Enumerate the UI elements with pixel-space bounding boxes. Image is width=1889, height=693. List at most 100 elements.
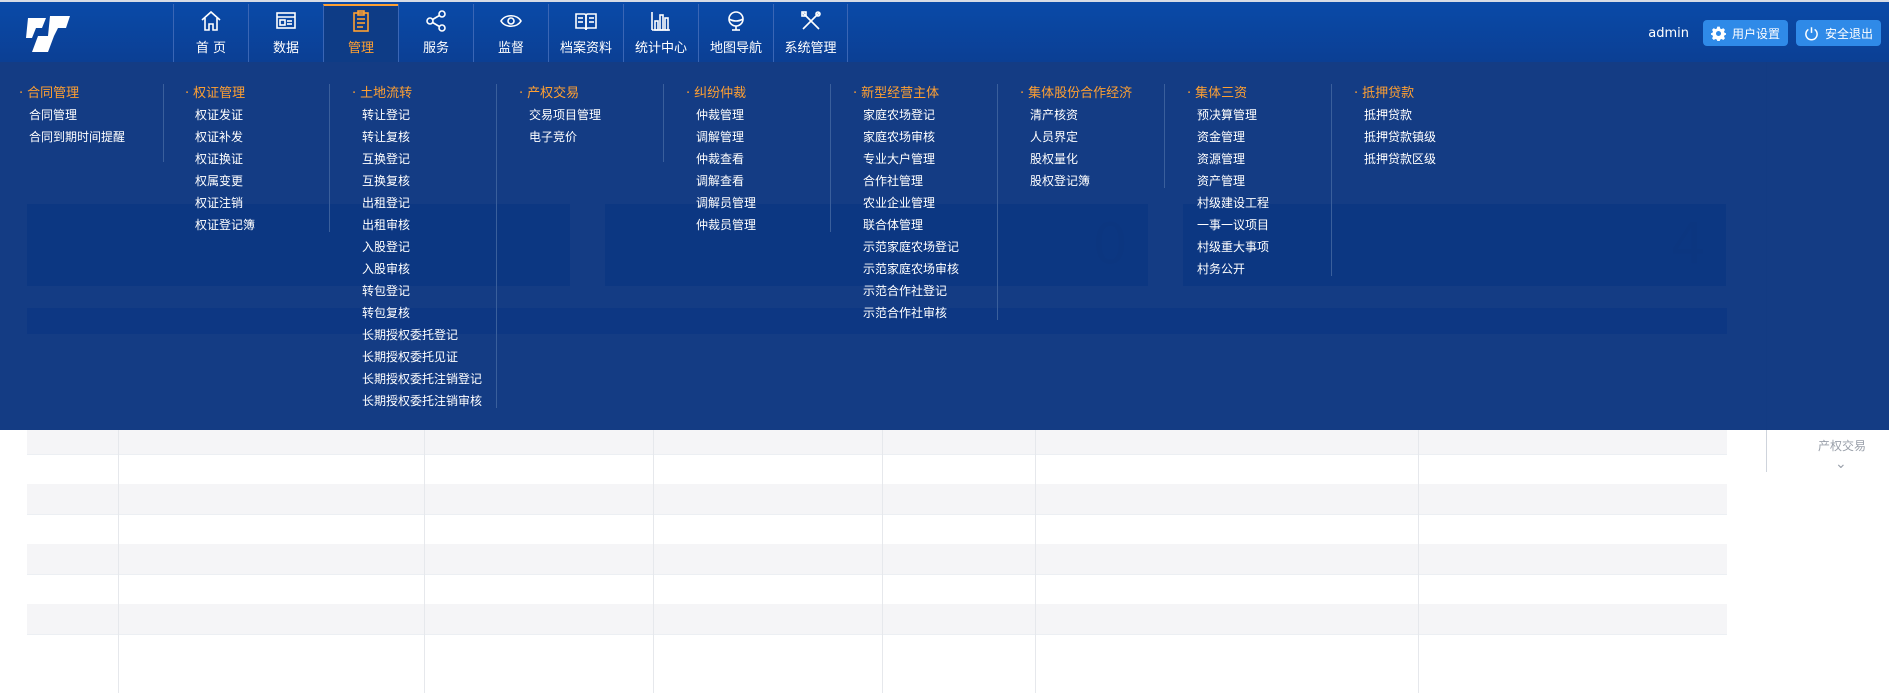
menu-item[interactable]: 长期授权委托登记 (352, 324, 496, 346)
nav-item-map[interactable]: 地图导航 (698, 4, 773, 62)
menu-item[interactable]: 家庭农场登记 (853, 104, 997, 126)
table-row[interactable] (27, 514, 1727, 545)
menu-item[interactable]: 合同管理 (19, 104, 163, 126)
menu-item[interactable]: 抵押贷款镇级 (1354, 126, 1499, 148)
menu-column-collective-shares: 集体股份合作经济 清产核资 人员界定 股权量化 股权登记簿 (1010, 84, 1165, 188)
chevron-down-icon[interactable]: ⌄ (1835, 456, 1847, 472)
menu-item[interactable]: 清产核资 (1020, 104, 1164, 126)
nav-item-manage[interactable]: 管理 (323, 4, 398, 62)
menu-item[interactable]: 联合体管理 (853, 214, 997, 236)
menu-item[interactable]: 调解查看 (686, 170, 830, 192)
menu-item[interactable]: 入股审核 (352, 258, 496, 280)
share-icon (426, 10, 446, 32)
right-panel-label[interactable]: 产权交易 (1818, 437, 1866, 454)
menu-column-title[interactable]: 权证管理 (185, 84, 329, 104)
nav-item-data[interactable]: 数据 (248, 4, 323, 62)
menu-item[interactable]: 仲裁员管理 (686, 214, 830, 236)
menu-item[interactable]: 合同到期时间提醒 (19, 126, 163, 148)
main-nav: 首 页 数据 管理 服务 监督 档案资料 统计中心 地图导航 系统管理 (173, 4, 848, 62)
menu-item[interactable]: 人员界定 (1020, 126, 1164, 148)
menu-item[interactable]: 示范合作社审核 (853, 302, 997, 324)
menu-column-title[interactable]: 产权交易 (519, 84, 663, 104)
nav-item-home[interactable]: 首 页 (173, 4, 248, 62)
menu-column-title[interactable]: 抵押贷款 (1354, 84, 1499, 104)
menu-item[interactable]: 示范家庭农场审核 (853, 258, 997, 280)
menu-column-new-operators: 新型经营主体 家庭农场登记 家庭农场审核 专业大户管理 合作社管理 农业企业管理… (843, 84, 998, 320)
menu-item[interactable]: 电子竞价 (519, 126, 663, 148)
nav-item-system[interactable]: 系统管理 (773, 4, 848, 62)
menu-item[interactable]: 交易项目管理 (519, 104, 663, 126)
table-row[interactable] (27, 484, 1727, 515)
menu-column-title[interactable]: 集体股份合作经济 (1020, 84, 1164, 104)
menu-item[interactable]: 权证发证 (185, 104, 329, 126)
user-area: admin 用户设置 安全退出 (1648, 20, 1889, 46)
menu-item[interactable]: 权证换证 (185, 148, 329, 170)
menu-item[interactable]: 家庭农场审核 (853, 126, 997, 148)
menu-item[interactable]: 股权量化 (1020, 148, 1164, 170)
globe-icon (728, 11, 744, 31)
menu-item[interactable]: 长期授权委托注销登记 (352, 368, 496, 390)
menu-item[interactable]: 仲裁查看 (686, 148, 830, 170)
menu-item[interactable]: 专业大户管理 (853, 148, 997, 170)
menu-item[interactable]: 村级重大事项 (1187, 236, 1331, 258)
menu-item[interactable]: 互换复核 (352, 170, 496, 192)
menu-item[interactable]: 调解员管理 (686, 192, 830, 214)
menu-item[interactable]: 合作社管理 (853, 170, 997, 192)
nav-item-statistics[interactable]: 统计中心 (623, 4, 698, 62)
menu-item[interactable]: 互换登记 (352, 148, 496, 170)
username: admin (1648, 25, 1689, 41)
nav-label: 服务 (422, 41, 449, 56)
nav-label: 数据 (272, 41, 299, 56)
menu-item[interactable]: 一事一议项目 (1187, 214, 1331, 236)
logout-label: 安全退出 (1824, 26, 1873, 41)
menu-item[interactable]: 长期授权委托注销审核 (352, 390, 496, 412)
menu-item[interactable]: 资产管理 (1187, 170, 1331, 192)
menu-item[interactable]: 长期授权委托见证 (352, 346, 496, 368)
menu-item[interactable]: 权证补发 (185, 126, 329, 148)
nav-label: 统计中心 (634, 41, 687, 56)
menu-item[interactable]: 预决算管理 (1187, 104, 1331, 126)
user-settings-label: 用户设置 (1731, 26, 1780, 41)
menu-item[interactable]: 抵押贷款区级 (1354, 148, 1499, 170)
menu-item[interactable]: 资金管理 (1187, 126, 1331, 148)
menu-item[interactable]: 转让复核 (352, 126, 496, 148)
menu-item[interactable]: 权属变更 (185, 170, 329, 192)
menu-item[interactable]: 农业企业管理 (853, 192, 997, 214)
table-row[interactable] (27, 544, 1727, 575)
menu-column-title[interactable]: 合同管理 (19, 84, 163, 104)
nav-label: 档案资料 (559, 41, 612, 56)
menu-item[interactable]: 村级建设工程 (1187, 192, 1331, 214)
menu-item[interactable]: 村务公开 (1187, 258, 1331, 280)
table-row[interactable] (27, 604, 1727, 635)
menu-item[interactable]: 权证注销 (185, 192, 329, 214)
menu-item[interactable]: 调解管理 (686, 126, 830, 148)
menu-item[interactable]: 示范家庭农场登记 (853, 236, 997, 258)
eye-icon (500, 14, 522, 28)
nav-item-archive[interactable]: 档案资料 (548, 4, 623, 62)
menu-item[interactable]: 抵押贷款 (1354, 104, 1499, 126)
menu-column-title[interactable]: 土地流转 (352, 84, 496, 104)
menu-item[interactable]: 仲裁管理 (686, 104, 830, 126)
menu-column-collective-assets: 集体三资 预决算管理 资金管理 资源管理 资产管理 村级建设工程 一事一议项目 … (1177, 84, 1332, 276)
logo-icon (26, 16, 70, 52)
clipboard-icon (353, 10, 369, 32)
menu-item[interactable]: 出租登记 (352, 192, 496, 214)
table-row[interactable] (27, 574, 1727, 605)
table-row[interactable] (27, 454, 1727, 485)
menu-item[interactable]: 示范合作社登记 (853, 280, 997, 302)
menu-column-title[interactable]: 集体三资 (1187, 84, 1331, 104)
menu-item[interactable]: 转包登记 (352, 280, 496, 302)
menu-column-title[interactable]: 纠纷仲裁 (686, 84, 830, 104)
menu-item[interactable]: 资源管理 (1187, 148, 1331, 170)
menu-item[interactable]: 权证登记簿 (185, 214, 329, 236)
nav-item-supervise[interactable]: 监督 (473, 4, 548, 62)
menu-item[interactable]: 入股登记 (352, 236, 496, 258)
menu-item[interactable]: 转让登记 (352, 104, 496, 126)
menu-item[interactable]: 出租审核 (352, 214, 496, 236)
menu-item[interactable]: 股权登记簿 (1020, 170, 1164, 192)
menu-item[interactable]: 转包复核 (352, 302, 496, 324)
user-settings-button[interactable]: 用户设置 (1702, 20, 1788, 46)
nav-item-service[interactable]: 服务 (398, 4, 473, 62)
menu-column-title[interactable]: 新型经营主体 (853, 84, 997, 104)
logout-button[interactable]: 安全退出 (1795, 20, 1881, 46)
